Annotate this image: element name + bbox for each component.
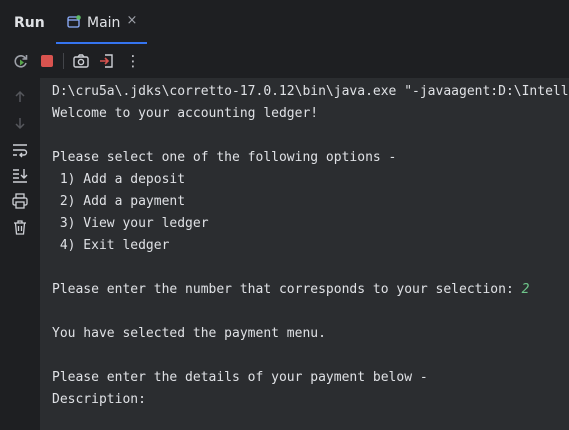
user-input-value: 2 — [521, 282, 530, 297]
run-toolbar: ⋮ — [0, 44, 569, 78]
console-line: 3) View your ledger — [52, 213, 569, 235]
exit-icon[interactable] — [98, 52, 116, 70]
console-line-text: Please select one of the following optio… — [52, 150, 397, 165]
console-line: 4) Exit ledger — [52, 235, 569, 257]
trash-icon[interactable] — [11, 218, 29, 236]
console-line-text: Please enter the number that corresponds… — [52, 282, 522, 297]
console-line: You have selected the payment menu. — [52, 323, 569, 345]
camera-icon[interactable] — [72, 52, 90, 70]
scroll-to-end-icon[interactable] — [11, 166, 29, 184]
console-line: Please select one of the following optio… — [52, 147, 569, 169]
soft-wrap-icon[interactable] — [11, 141, 29, 159]
run-panel-title: Run — [14, 15, 45, 31]
arrow-up-icon[interactable] — [11, 88, 29, 106]
console-line-text: You have selected the payment menu. — [52, 326, 326, 341]
more-icon[interactable]: ⋮ — [124, 52, 142, 70]
console-gutter — [0, 78, 40, 430]
rerun-icon[interactable] — [12, 52, 30, 70]
console-line: Please enter the details of your payment… — [52, 367, 569, 389]
console-line: Welcome to your accounting ledger! — [52, 103, 569, 125]
run-tool-window-header: Run Main × — [0, 0, 569, 44]
print-icon[interactable] — [11, 192, 29, 210]
tab-main[interactable]: Main × — [56, 0, 147, 44]
application-icon — [67, 15, 81, 28]
console-line-text: Please enter the details of your payment… — [52, 370, 428, 385]
console-line-text: Description: — [52, 392, 146, 407]
console-line: 2) Add a payment — [52, 191, 569, 213]
console-line-text: D:\cru5a\.jdks\corretto-17.0.12\bin\java… — [52, 84, 569, 99]
console-line-text: 4) Exit ledger — [52, 238, 170, 253]
console-line: Please enter the number that corresponds… — [52, 279, 569, 301]
close-icon[interactable]: × — [126, 14, 138, 27]
console-line-text: 2) Add a payment — [52, 194, 186, 209]
console-line-text: 3) View your ledger — [52, 216, 209, 231]
console-line-text: Welcome to your accounting ledger! — [52, 106, 319, 121]
tab-main-label: Main — [87, 15, 121, 31]
console-line: D:\cru5a\.jdks\corretto-17.0.12\bin\java… — [52, 81, 569, 103]
console-line-text: 1) Add a deposit — [52, 172, 186, 187]
console-output[interactable]: D:\cru5a\.jdks\corretto-17.0.12\bin\java… — [40, 78, 569, 430]
console-line: 1) Add a deposit — [52, 169, 569, 191]
stop-icon[interactable] — [38, 52, 56, 70]
arrow-down-icon[interactable] — [11, 114, 29, 132]
console-line: Description: — [52, 389, 569, 411]
toolbar-separator — [63, 53, 64, 69]
console-lines: D:\cru5a\.jdks\corretto-17.0.12\bin\java… — [52, 81, 569, 411]
